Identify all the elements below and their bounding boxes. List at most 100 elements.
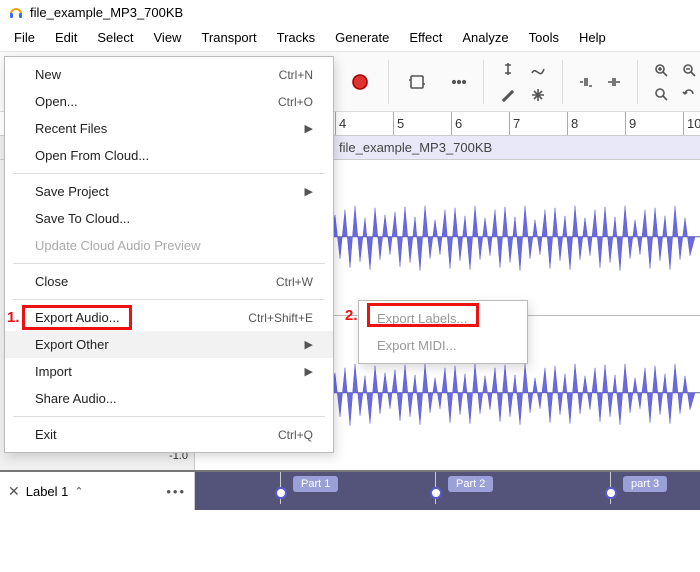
- ruler-tick: 10: [683, 112, 700, 135]
- shortcut-label: Ctrl+W: [276, 275, 313, 289]
- shortcut-label: Ctrl+N: [279, 68, 313, 82]
- menu-item-open-from-cloud[interactable]: Open From Cloud...: [5, 142, 333, 169]
- more-icon[interactable]: •••: [166, 484, 186, 499]
- ruler-tick: 7: [509, 112, 520, 135]
- separator: [562, 60, 563, 104]
- menu-item-share-audio[interactable]: Share Audio...: [5, 385, 333, 412]
- submenu-arrow-icon: ▶: [305, 122, 313, 135]
- label-pin-icon[interactable]: [605, 487, 617, 499]
- menu-item-save-project[interactable]: Save Project ▶: [5, 178, 333, 205]
- menu-item-label: Recent Files: [35, 121, 107, 136]
- close-icon[interactable]: ✕: [8, 483, 20, 500]
- menu-item-label: Save To Cloud...: [35, 211, 130, 226]
- menu-tracks[interactable]: Tracks: [267, 26, 326, 49]
- menu-item-exit[interactable]: Exit Ctrl+Q: [5, 421, 333, 448]
- file-menu-dropdown: New Ctrl+N Open... Ctrl+O Recent Files ▶ Open …: [4, 56, 334, 453]
- ruler-tick: 8: [567, 112, 578, 135]
- ruler-tick: 9: [625, 112, 636, 135]
- submenu-arrow-icon: ▶: [305, 365, 313, 378]
- undo-icon[interactable]: [676, 83, 700, 105]
- chevron-up-icon[interactable]: ⌃: [74, 485, 83, 498]
- menu-view[interactable]: View: [144, 26, 192, 49]
- shortcut-label: Ctrl+Q: [278, 428, 313, 442]
- ruler-tick: 5: [393, 112, 404, 135]
- window-title: file_example_MP3_700KB: [30, 5, 183, 20]
- menu-help[interactable]: Help: [569, 26, 616, 49]
- draw-tool-icon[interactable]: [494, 83, 522, 107]
- submenu-arrow-icon: ▶: [305, 185, 313, 198]
- label-text[interactable]: Part 2: [448, 476, 493, 492]
- separator: [483, 60, 484, 104]
- menu-item-close[interactable]: Close Ctrl+W: [5, 268, 333, 295]
- menu-file[interactable]: File: [4, 26, 45, 49]
- label-text[interactable]: part 3: [623, 476, 667, 492]
- menu-item-new[interactable]: New Ctrl+N: [5, 61, 333, 88]
- label-marker[interactable]: part 3: [605, 476, 667, 492]
- menu-separator: [13, 173, 325, 174]
- label-track-body[interactable]: Part 1 Part 2 part 3: [195, 472, 700, 510]
- shortcut-label: Ctrl+Shift+E: [248, 311, 313, 325]
- menu-item-import[interactable]: Import▶: [5, 358, 333, 385]
- more-icon[interactable]: [445, 68, 473, 96]
- menu-item-export-audio[interactable]: Export Audio... Ctrl+Shift+E: [5, 304, 333, 331]
- menu-item-label: Export Other: [35, 337, 109, 352]
- submenu-arrow-icon: ▶: [305, 338, 313, 351]
- title-bar: file_example_MP3_700KB: [0, 0, 700, 24]
- menu-item-label: Export Audio...: [35, 310, 120, 325]
- zoom-in-icon[interactable]: [648, 59, 674, 81]
- ruler-tick: 6: [451, 112, 462, 135]
- label-text[interactable]: Part 1: [293, 476, 338, 492]
- label-marker[interactable]: Part 2: [430, 476, 493, 492]
- menu-item-label: New: [35, 67, 61, 82]
- label-track-name: Label 1: [26, 484, 69, 499]
- menu-bar: FileEditSelectViewTransportTracksGenerat…: [0, 24, 700, 52]
- menu-effect[interactable]: Effect: [399, 26, 452, 49]
- separator: [637, 60, 638, 104]
- menu-item-recent-files[interactable]: Recent Files ▶: [5, 115, 333, 142]
- menu-select[interactable]: Select: [87, 26, 143, 49]
- menu-item-update-cloud-audio-preview: Update Cloud Audio Preview: [5, 232, 333, 259]
- submenu-item-export-midi[interactable]: Export MIDI...: [359, 332, 527, 359]
- menu-analyze[interactable]: Analyze: [452, 26, 518, 49]
- submenu-item-export-labels[interactable]: Export Labels...: [359, 305, 527, 332]
- zoom-toggle-icon[interactable]: [648, 83, 674, 105]
- annotation-2: 2.: [345, 307, 358, 324]
- menu-tools[interactable]: Tools: [519, 26, 569, 49]
- loop-button[interactable]: [399, 64, 435, 100]
- menu-separator: [13, 299, 325, 300]
- multi-tool-icon[interactable]: [524, 83, 552, 107]
- clip-b-title[interactable]: file_example_MP3_700KB: [330, 136, 700, 159]
- menu-item-open[interactable]: Open... Ctrl+O: [5, 88, 333, 115]
- selection-tool-icon[interactable]: [494, 57, 522, 81]
- menu-item-label: Open From Cloud...: [35, 148, 149, 163]
- annotation-1: 1.: [7, 309, 20, 326]
- menu-item-label: Share Audio...: [35, 391, 117, 406]
- menu-edit[interactable]: Edit: [45, 26, 87, 49]
- label-track-header[interactable]: ✕ Label 1 ⌃ •••: [0, 472, 195, 510]
- menu-item-save-to-cloud[interactable]: Save To Cloud...: [5, 205, 333, 232]
- menu-transport[interactable]: Transport: [191, 26, 266, 49]
- menu-item-export-other[interactable]: Export Other ▶: [5, 331, 333, 358]
- trim-silence-icon[interactable]: [573, 70, 599, 94]
- envelope-tool-icon[interactable]: [524, 57, 552, 81]
- label-marker[interactable]: Part 1: [275, 476, 338, 492]
- menu-item-label: Update Cloud Audio Preview: [35, 238, 201, 253]
- menu-item-label: Save Project: [35, 184, 109, 199]
- ruler-tick: 4: [335, 112, 346, 135]
- clip-b-label: file_example_MP3_700KB: [339, 140, 492, 155]
- separator: [388, 60, 389, 104]
- zoom-out-icon[interactable]: [676, 59, 700, 81]
- silence-icon[interactable]: [601, 70, 627, 94]
- label-pin-icon[interactable]: [275, 487, 287, 499]
- label-track: ✕ Label 1 ⌃ ••• Part 1 Part 2 part 3: [0, 470, 700, 510]
- menu-item-label: Close: [35, 274, 68, 289]
- label-pin-icon[interactable]: [430, 487, 442, 499]
- export-other-submenu: Export Labels...Export MIDI...: [358, 300, 528, 364]
- menu-item-label: Exit: [35, 427, 57, 442]
- menu-generate[interactable]: Generate: [325, 26, 399, 49]
- menu-separator: [13, 263, 325, 264]
- menu-item-label: Open...: [35, 94, 78, 109]
- record-button[interactable]: [342, 64, 378, 100]
- menu-separator: [13, 416, 325, 417]
- shortcut-label: Ctrl+O: [278, 95, 313, 109]
